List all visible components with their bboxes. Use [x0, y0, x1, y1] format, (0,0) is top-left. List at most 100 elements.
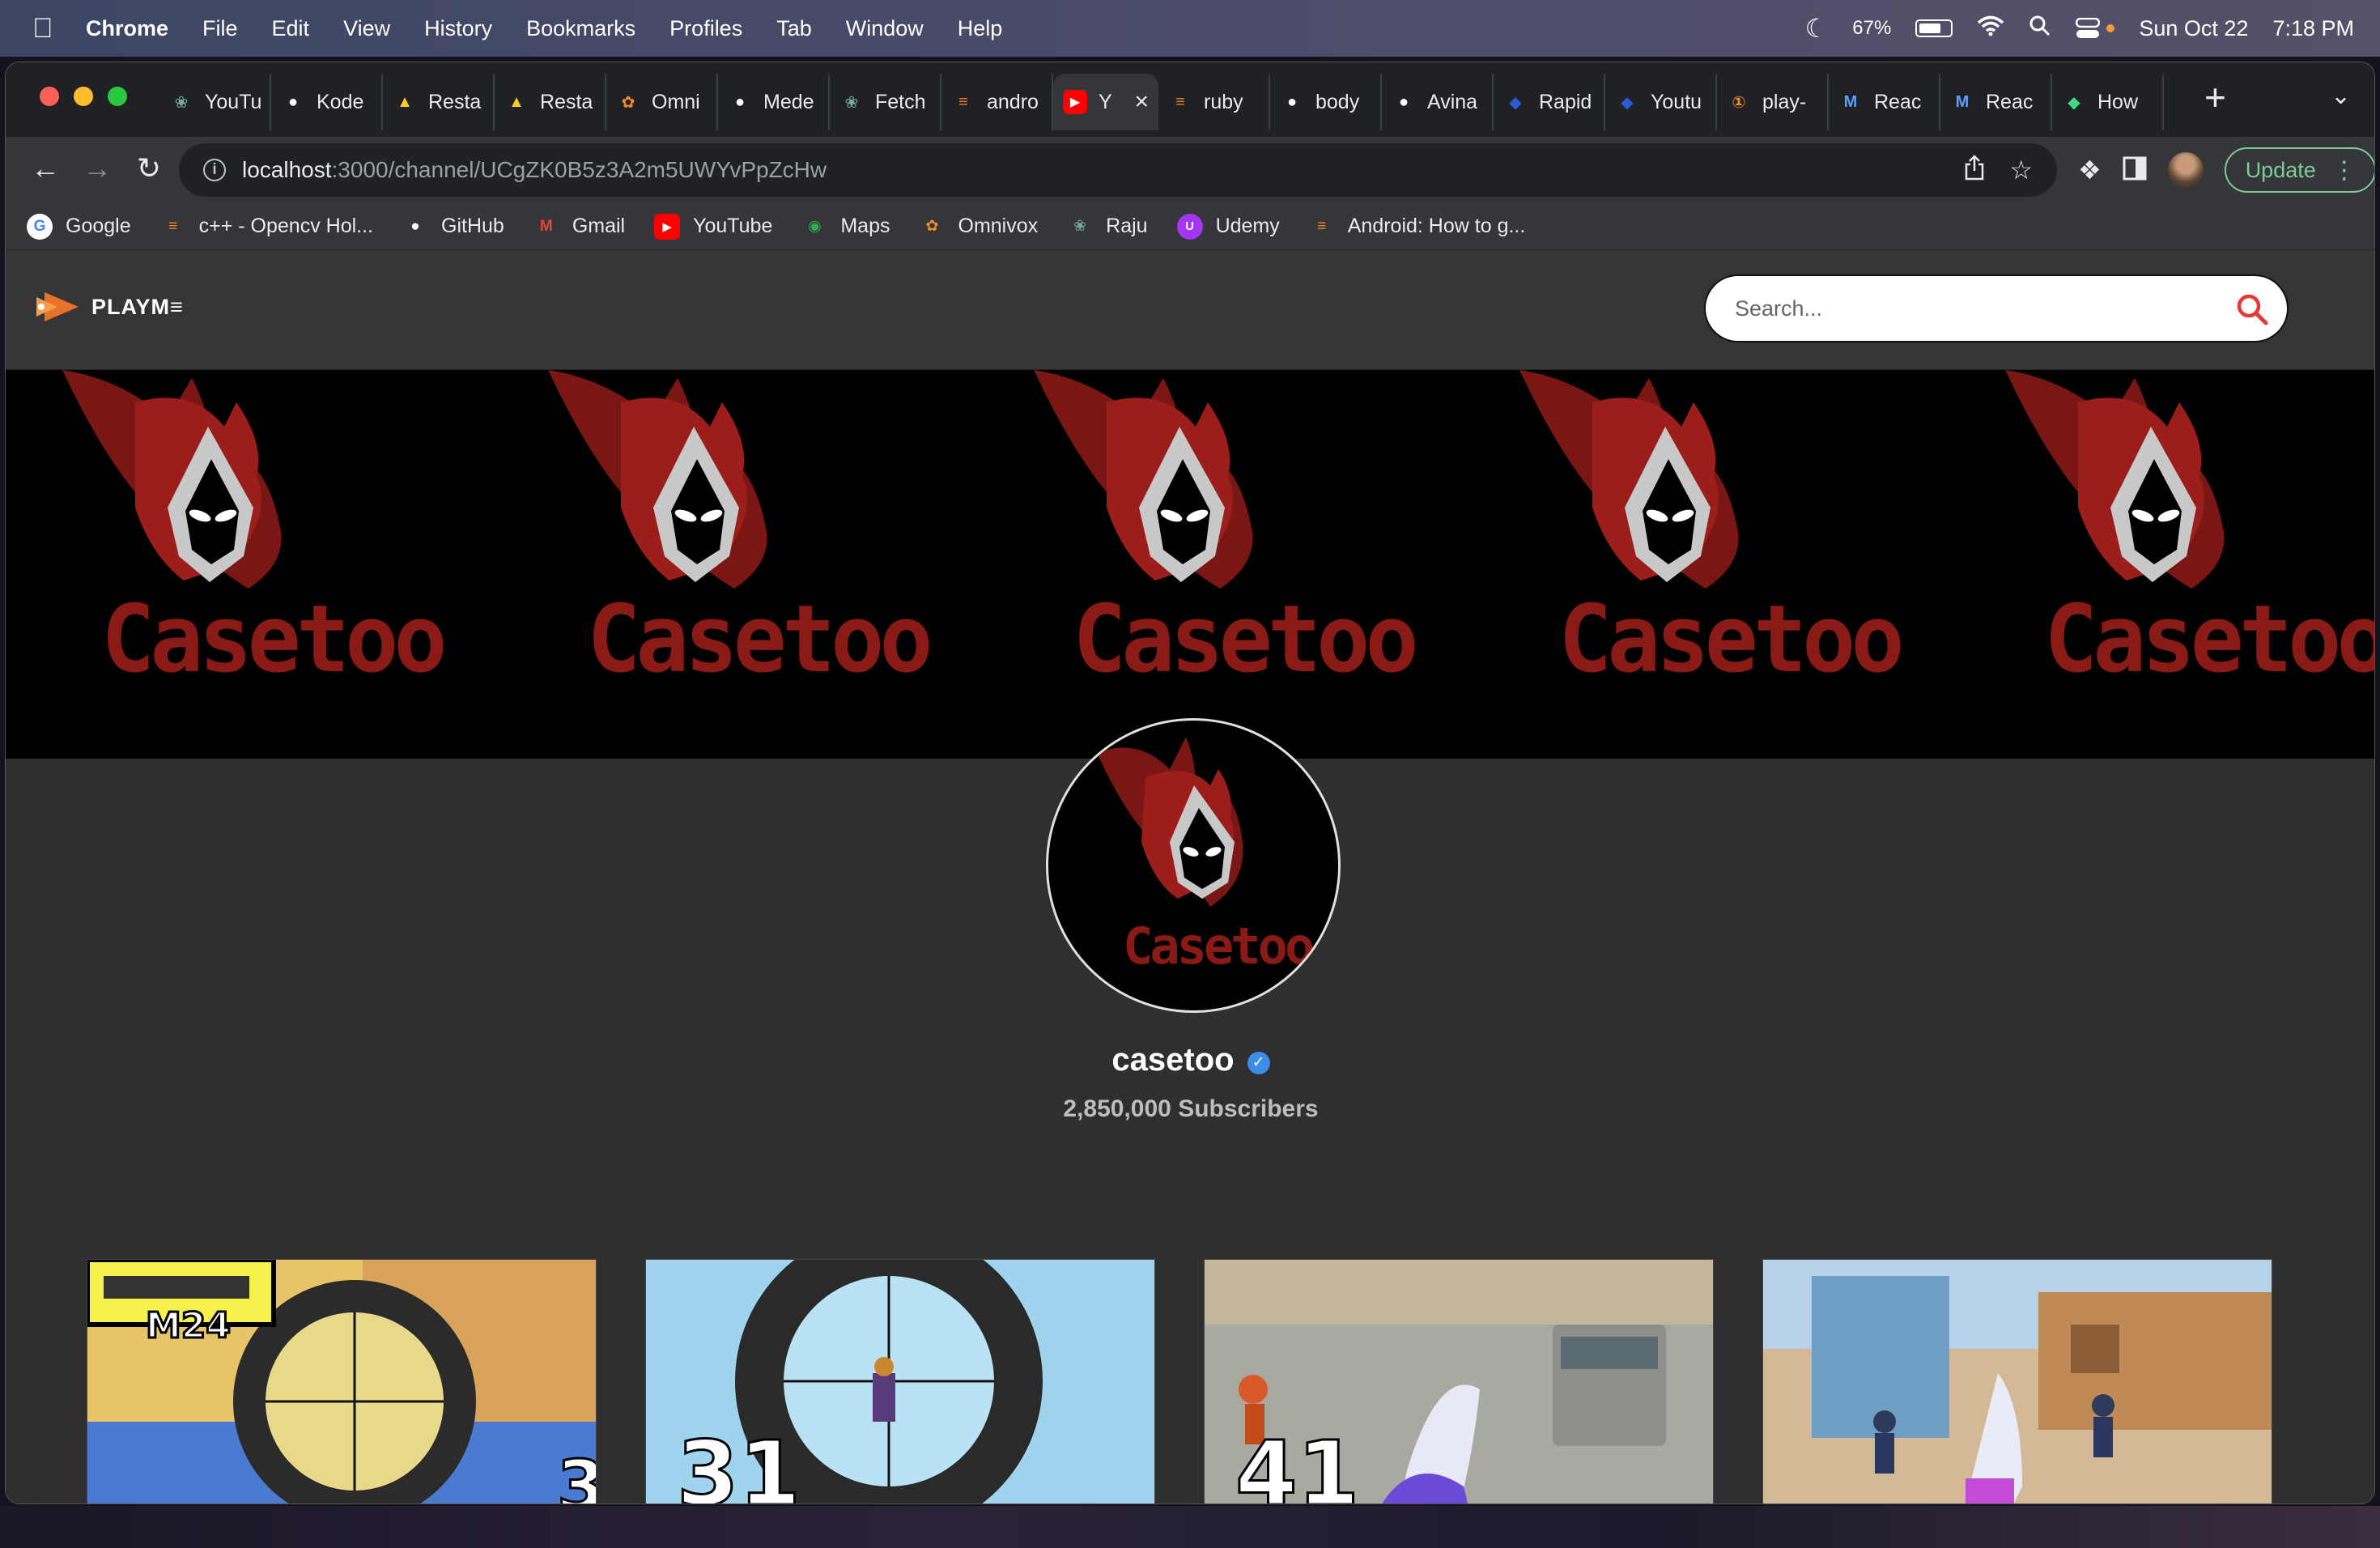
video-thumbnail[interactable] — [1762, 1259, 2272, 1503]
google-icon: G — [27, 213, 53, 240]
menu-window[interactable]: Window — [846, 16, 924, 41]
tab-9[interactable]: ≡ ruby — [1158, 74, 1270, 130]
battery-icon[interactable] — [1915, 19, 1953, 37]
bookmark-1[interactable]: ≡ c++ - Opencv Hol... — [160, 214, 373, 240]
side-panel-icon[interactable] — [2123, 156, 2147, 185]
thumbnail-kills-label: KILLS — [1212, 1502, 1392, 1504]
wifi-icon[interactable] — [1977, 15, 2004, 42]
channel-name: casetoo — [1111, 1042, 1235, 1078]
bookmark-star-icon[interactable]: ☆ — [2009, 155, 2033, 187]
bookmark-6[interactable]: ✿ Omnivox — [920, 214, 1039, 240]
tab-1[interactable]: ● Kode — [271, 74, 383, 130]
tab-4[interactable]: ✿ Omni — [606, 74, 718, 130]
site-logo[interactable]: PLAYM≡ — [33, 289, 184, 325]
bookmark-5[interactable]: ◉ Maps — [801, 214, 890, 240]
moon-icon[interactable]: ☾ — [1805, 13, 1829, 44]
tab-0[interactable]: ❀ YouTu — [159, 74, 271, 130]
tab-5[interactable]: ● Mede — [718, 74, 830, 130]
site-info-icon[interactable]: i — [203, 159, 226, 181]
channel-banner: Casetoo Casetoo Casetoo Casetoo Casetoo — [6, 370, 2374, 759]
thumbnail-kill-count: 41 — [1234, 1421, 1360, 1504]
video-thumbnail[interactable]: 31KILLS — [645, 1259, 1155, 1503]
menubar-time[interactable]: 7:18 PM — [2272, 16, 2354, 41]
menubar-date[interactable]: Sun Oct 22 — [2139, 16, 2248, 41]
thumbnail-kill-count: 3 — [556, 1445, 596, 1504]
tab-3[interactable]: ▲ Resta — [495, 74, 606, 130]
bookmark-0[interactable]: G Google — [27, 213, 131, 240]
menu-edit[interactable]: Edit — [272, 16, 310, 41]
bookmark-label: Gmail — [572, 215, 626, 237]
minimize-window-button[interactable] — [74, 87, 93, 106]
site-header: PLAYM≡ — [6, 250, 2374, 370]
close-window-button[interactable] — [40, 87, 59, 106]
search-input[interactable] — [1735, 296, 2221, 321]
reload-button[interactable]: ↻ — [129, 148, 169, 189]
address-bar[interactable]: i localhost :3000/channel/UCgZK0B5z3A2m5… — [179, 143, 2057, 197]
mui-icon: M — [1955, 92, 1970, 111]
recording-indicator — [2106, 24, 2115, 32]
tab-15[interactable]: M Reac — [1829, 74, 1940, 130]
bookmark-4[interactable]: ▶ YouTube — [654, 213, 772, 240]
tab-label: Mede — [763, 90, 814, 113]
close-tab-icon[interactable]: × — [1134, 88, 1149, 116]
menu-bookmarks[interactable]: Bookmarks — [526, 16, 635, 41]
thumbnail-image — [87, 1260, 596, 1503]
tab-11[interactable]: ● Avina — [1382, 74, 1494, 130]
video-thumbnail[interactable]: M243KIL — [87, 1259, 597, 1504]
bookmark-2[interactable]: ● GitHub — [402, 214, 504, 240]
forward-button[interactable]: → — [77, 148, 117, 189]
tab-label: How — [2097, 90, 2139, 113]
menu-view[interactable]: View — [343, 16, 390, 41]
video-thumbnail[interactable]: 41KILLS — [1204, 1259, 1714, 1504]
menu-help[interactable]: Help — [958, 16, 1003, 41]
tab-12[interactable]: ◆ Rapid — [1494, 74, 1605, 130]
bookmark-label: Maps — [840, 215, 890, 237]
banner-tile: Casetoo — [1949, 370, 2374, 759]
more-menu-icon[interactable]: ⋮ — [2332, 156, 2357, 185]
tab-label: YouTu — [205, 90, 262, 113]
window-controls — [40, 87, 127, 106]
extensions-puzzle-icon[interactable]: ❖ — [2078, 155, 2102, 185]
new-tab-button[interactable]: + — [2204, 75, 2226, 119]
back-button[interactable]: ← — [25, 148, 66, 189]
tab-8[interactable]: ▶ Y × — [1053, 74, 1158, 130]
bookmark-3[interactable]: M Gmail — [533, 214, 625, 240]
search-icon[interactable] — [2235, 292, 2269, 330]
apple-menu-icon[interactable]:  — [32, 15, 55, 42]
tab-search-chevron-icon[interactable]: ⌄ — [2331, 82, 2351, 110]
update-button[interactable]: Update ⋮ — [2224, 147, 2374, 193]
assassin-hood-logo-icon — [1519, 370, 1739, 589]
tab-10[interactable]: ● body — [1270, 74, 1382, 130]
github-icon: ● — [734, 92, 746, 111]
bookmark-label: Raju — [1106, 215, 1148, 237]
bookmark-9[interactable]: ≡ Android: How to g... — [1309, 214, 1525, 240]
menu-profiles[interactable]: Profiles — [669, 16, 742, 41]
rapidapi-icon: ◆ — [1621, 93, 1634, 112]
share-icon[interactable] — [1964, 155, 1985, 187]
menu-file[interactable]: File — [202, 16, 238, 41]
spotlight-search-icon[interactable] — [2029, 15, 2051, 43]
tab-7[interactable]: ≡ andro — [941, 74, 1053, 130]
banner-text: Casetoo — [101, 584, 448, 694]
fullscreen-window-button[interactable] — [108, 87, 127, 106]
tab-2[interactable]: ▲ Resta — [383, 74, 495, 130]
control-center-icon[interactable] — [2076, 18, 2115, 39]
menu-app-name[interactable]: Chrome — [86, 16, 168, 41]
channel-avatar-text: Casetoo — [1123, 916, 1315, 976]
tab-label: Reac — [1986, 90, 2034, 113]
youtube-icon: ▶ — [1063, 90, 1087, 114]
tab-13[interactable]: ◆ Youtu — [1605, 74, 1717, 130]
tab-16[interactable]: M Reac — [1940, 74, 2052, 130]
verified-check-icon: ✓ — [1247, 1052, 1270, 1074]
menu-history[interactable]: History — [424, 16, 492, 41]
search-bar[interactable] — [1704, 274, 2289, 342]
gem-icon: ◆ — [2068, 93, 2080, 112]
profile-avatar-icon[interactable] — [2167, 152, 2204, 188]
tab-6[interactable]: ❀ Fetch — [830, 74, 941, 130]
menu-tab[interactable]: Tab — [776, 16, 812, 41]
tab-14[interactable]: ① play- — [1717, 74, 1829, 130]
tab-17[interactable]: ◆ How — [2052, 74, 2164, 130]
update-label: Update — [2245, 157, 2316, 182]
bookmark-8[interactable]: U Udemy — [1176, 213, 1280, 240]
bookmark-7[interactable]: ❀ Raju — [1067, 214, 1147, 240]
